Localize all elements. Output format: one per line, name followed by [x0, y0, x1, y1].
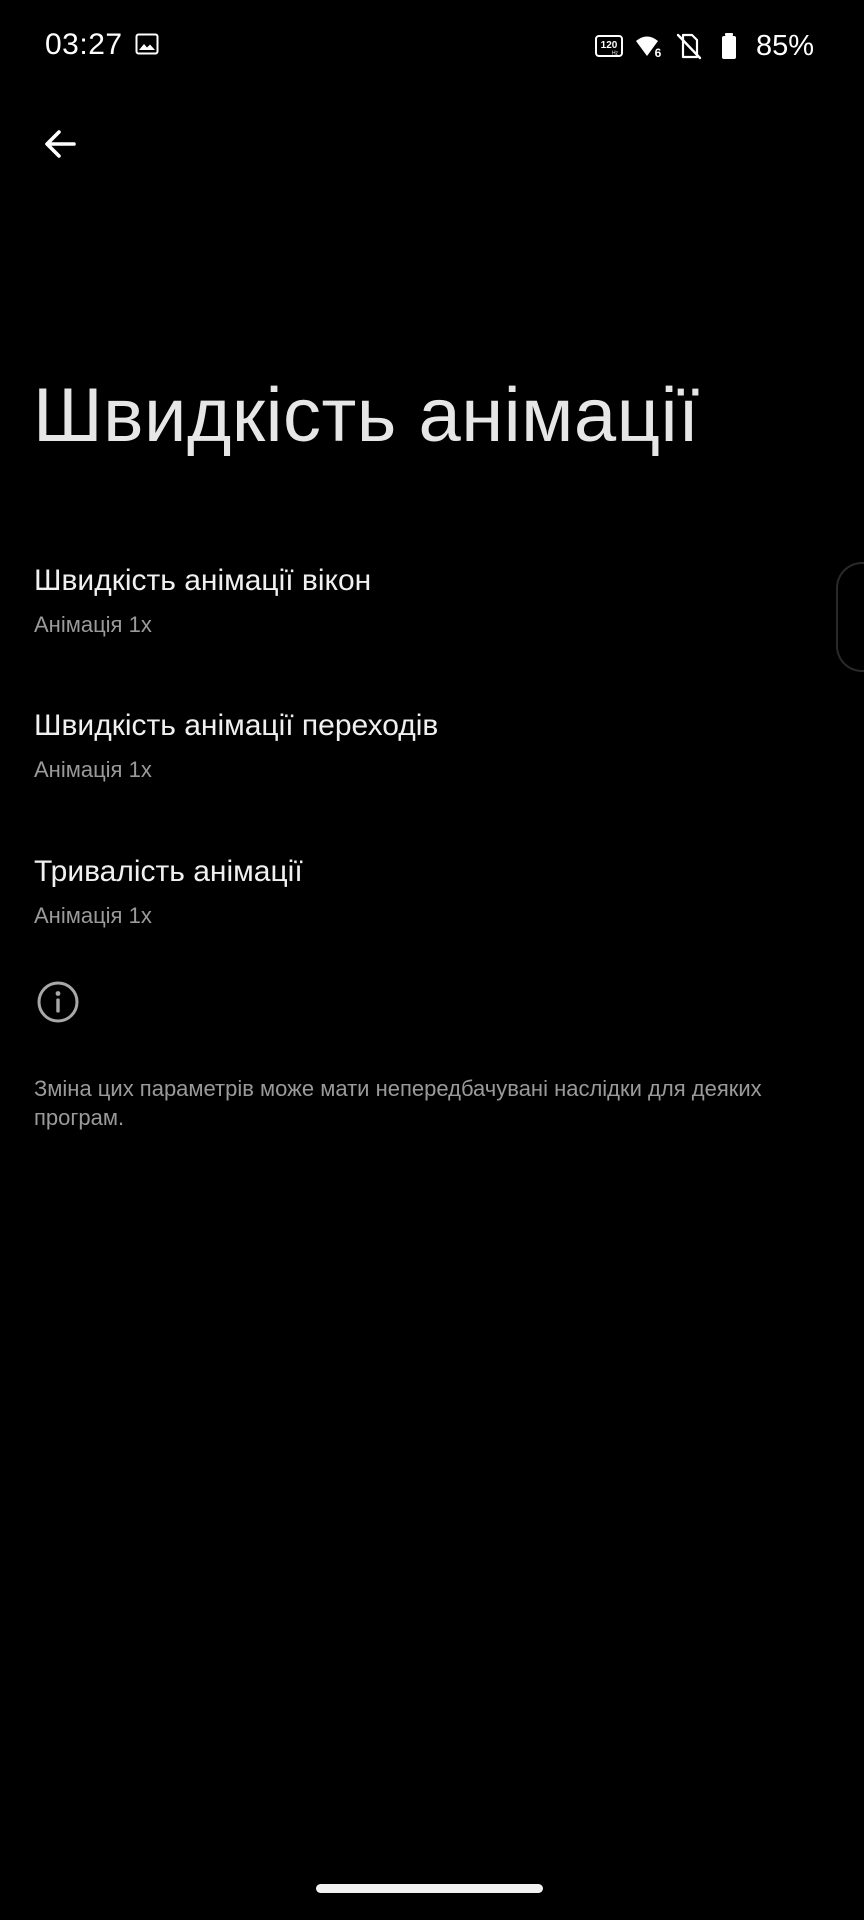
refresh-rate-icon: 120 Hz [594, 35, 623, 57]
status-icons: 120 Hz 6 85% [594, 26, 814, 66]
setting-animator-duration-scale[interactable]: Тривалість анімації Анімація 1x [0, 835, 820, 965]
setting-summary: Анімація 1x [34, 612, 152, 637]
refresh-rate-unit: Hz [612, 51, 619, 57]
battery-percent: 85% [755, 29, 814, 62]
footer-note: Зміна цих параметрів може мати непередба… [34, 1076, 762, 1130]
arrow-back-icon [45, 130, 76, 158]
battery-icon [721, 33, 736, 59]
setting-transition-animation-scale[interactable]: Швидкість анімації переходів Анімація 1x [0, 689, 820, 819]
setting-window-animation-scale[interactable]: Швидкість анімації вікон Анімація 1x [0, 544, 820, 674]
wifi-6-icon: 6 [635, 36, 662, 60]
status-bar: 03:27 120 Hz 6 85% [0, 0, 864, 92]
status-time: 03:27 [45, 28, 123, 61]
refresh-rate-value: 120 [601, 40, 618, 51]
page-title: Швидкість анімації [33, 373, 700, 458]
no-sim-icon [676, 33, 702, 60]
edge-panel-handle[interactable] [836, 562, 864, 672]
info-icon [37, 981, 79, 1023]
gallery-notification-icon [135, 33, 159, 55]
home-indicator[interactable] [316, 1884, 543, 1893]
setting-title: Швидкість анімації вікон [34, 564, 372, 597]
setting-summary: Анімація 1x [34, 903, 152, 928]
back-button[interactable] [28, 112, 92, 176]
wifi-badge: 6 [655, 46, 662, 60]
setting-title: Тривалість анімації [34, 855, 303, 888]
setting-summary: Анімація 1x [34, 757, 152, 782]
setting-title: Швидкість анімації переходів [34, 709, 439, 742]
